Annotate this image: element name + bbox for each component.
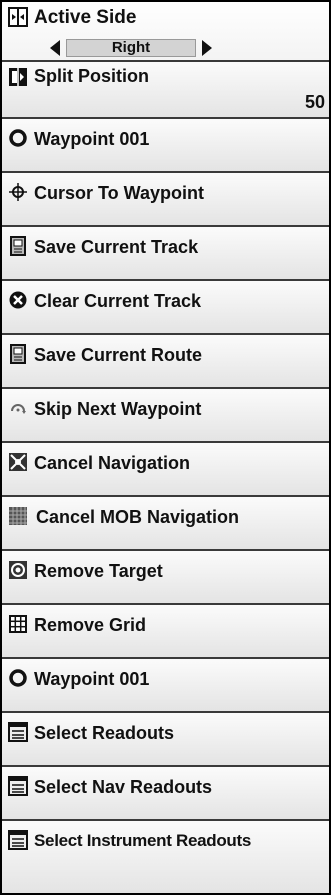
save-route-icon [10,344,26,364]
menu-item-split-position[interactable]: Split Position 50 [2,62,329,119]
cancel-mob-icon [9,507,27,525]
menu-item-clear-current-track[interactable]: Clear Current Track [2,281,329,335]
cancel-navigation-icon [9,453,27,471]
menu-item-waypoint[interactable]: Waypoint 001 [2,119,329,173]
menu-item-label: Remove Target [34,561,163,581]
menu-item-label: Cancel MOB Navigation [36,507,240,527]
menu-item-select-nav-readouts[interactable]: Select Nav Readouts [2,767,329,821]
menu-item-save-current-route[interactable]: Save Current Route [2,335,329,389]
nav-readouts-icon [8,776,28,796]
split-position-icon [9,68,27,86]
split-screen-icon [8,7,28,27]
menu-item-skip-next-waypoint[interactable]: Skip Next Waypoint [2,389,329,443]
save-track-icon [10,236,26,256]
menu-item-remove-target[interactable]: Remove Target [2,551,329,605]
x-press-menu: Active Side Right Split Position 50 Wayp… [0,0,331,895]
menu-item-cancel-navigation[interactable]: Cancel Navigation [2,443,329,497]
readouts-icon [8,722,28,742]
menu-item-label: Save Current Route [34,345,203,365]
menu-item-label: Cancel Navigation [34,453,191,473]
menu-item-select-instrument-readouts[interactable]: Select Instrument Readouts [2,821,329,893]
menu-item-label: Select Nav Readouts [34,777,213,797]
menu-item-label: Remove Grid [34,615,147,635]
menu-item-remove-grid[interactable]: Remove Grid [2,605,329,659]
menu-item-label: Split Position [34,66,149,86]
menu-item-label: Select Instrument Readouts [34,831,252,850]
menu-item-save-current-track[interactable]: Save Current Track [2,227,329,281]
crosshair-icon [9,183,27,201]
menu-item-label: Skip Next Waypoint [34,399,202,419]
menu-item-label: Waypoint 001 [34,129,150,149]
menu-item-cancel-mob-navigation[interactable]: Cancel MOB Navigation [2,497,329,551]
target-icon [9,561,27,579]
grid-icon [9,615,27,633]
menu-item-label: Clear Current Track [34,291,202,311]
menu-item-label: Save Current Track [34,237,199,257]
menu-item-waypoint-2[interactable]: Waypoint 001 [2,659,329,713]
menu-item-active-side[interactable]: Active Side Right [2,2,329,62]
skip-icon [11,404,26,414]
waypoint-icon [9,669,27,687]
left-arrow-icon[interactable] [50,40,60,56]
menu-item-select-readouts[interactable]: Select Readouts [2,713,329,767]
waypoint-icon [9,129,27,147]
right-arrow-icon[interactable] [202,40,212,56]
clear-icon [9,291,27,309]
menu-item-label: Cursor To Waypoint [34,183,204,203]
menu-item-label: Active Side [34,7,137,28]
active-side-value: Right [111,39,151,56]
menu-item-label: Waypoint 001 [34,669,150,689]
menu-item-label: Select Readouts [34,723,175,743]
menu-item-cursor-to-waypoint[interactable]: Cursor To Waypoint [2,173,329,227]
split-position-value: 50 [304,92,325,112]
instrument-readouts-icon [8,830,28,850]
